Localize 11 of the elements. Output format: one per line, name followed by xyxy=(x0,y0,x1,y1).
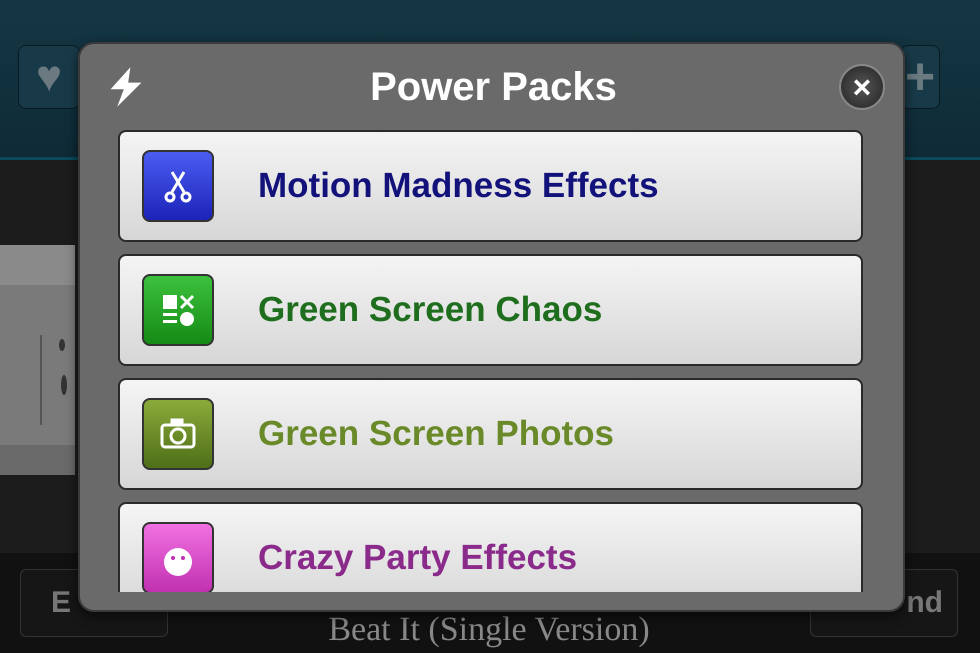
pack-item[interactable]: Green Screen Chaos xyxy=(118,254,863,366)
grid-icon xyxy=(142,274,214,346)
scissors-icon xyxy=(142,150,214,222)
dialog-title: Power Packs xyxy=(369,64,618,110)
pack-item[interactable]: Green Screen Photos xyxy=(118,378,863,490)
song-title: Beat It (Single Version) xyxy=(327,611,651,650)
close-button[interactable]: × xyxy=(839,64,885,110)
pack-item[interactable]: Crazy Party Effects xyxy=(118,502,863,592)
heart-button[interactable]: ♥ xyxy=(18,45,80,109)
pack-item[interactable]: Motion Madness Effects xyxy=(118,130,863,242)
camera-icon xyxy=(142,398,214,470)
